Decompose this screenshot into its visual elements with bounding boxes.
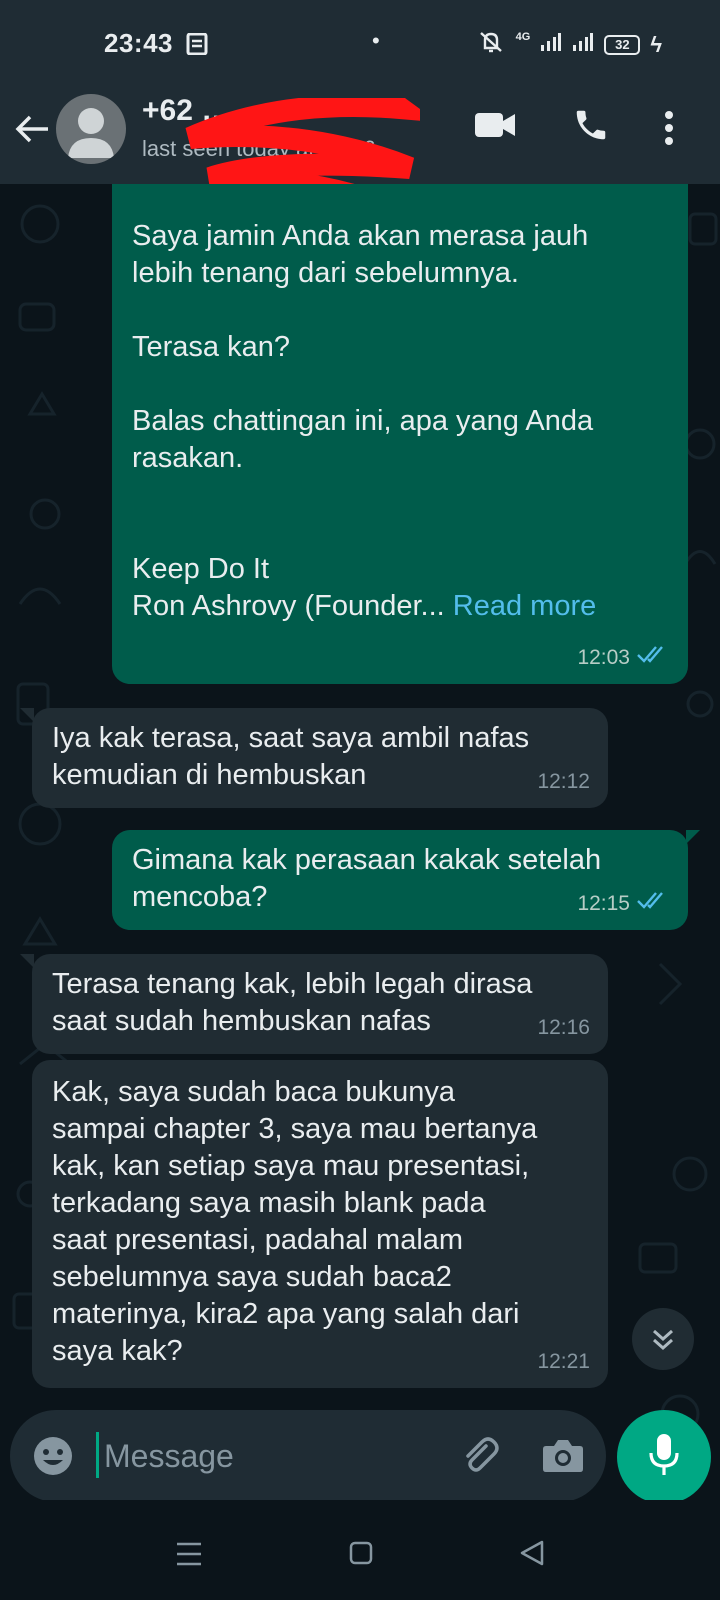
- message-meta: 12:15: [577, 885, 670, 922]
- contact-avatar[interactable]: [56, 94, 126, 164]
- mic-icon: [648, 1433, 680, 1482]
- nav-menu-icon[interactable]: [176, 1542, 202, 1571]
- message-time: 12:12: [537, 770, 590, 793]
- message-meta: 12:16: [537, 1009, 590, 1046]
- message-bubble-outgoing[interactable]: Gimana kak perasaan kakak setelah mencob…: [112, 830, 688, 930]
- notification-dot: •: [372, 28, 380, 53]
- message-input[interactable]: [102, 1428, 436, 1484]
- read-ticks-icon: [636, 885, 670, 922]
- message-text: Gimana kak perasaan kakak setelah mencob…: [132, 844, 602, 913]
- status-time: 23:43: [104, 28, 173, 58]
- message-time: 12:21: [537, 1350, 590, 1373]
- nav-back-icon[interactable]: [520, 1540, 544, 1571]
- message-text: Kak, saya sudah baca bukunya sampai chap…: [52, 1076, 538, 1367]
- message-composer: [10, 1410, 606, 1502]
- message-bubble-incoming[interactable]: Kak, saya sudah baca bukunya sampai chap…: [32, 1060, 608, 1388]
- text-cursor: [96, 1432, 99, 1478]
- message-time: 12:03: [577, 646, 630, 669]
- read-ticks-icon: [636, 639, 670, 676]
- back-arrow-icon[interactable]: [14, 114, 50, 149]
- emoji-icon[interactable]: [32, 1435, 74, 1482]
- attach-icon[interactable]: [458, 1434, 502, 1483]
- message-text: Saya jamin Anda akan merasa jauh lebih t…: [132, 220, 594, 622]
- signal-icon-2: [572, 32, 594, 57]
- more-vert-icon[interactable]: [664, 110, 674, 151]
- message-bubble-incoming[interactable]: Iya kak terasa, saat saya ambil nafas ke…: [32, 708, 608, 808]
- signal-icon: [540, 32, 562, 57]
- message-text: Terasa tenang kak, lebih legah dirasa sa…: [52, 968, 533, 1037]
- mic-button[interactable]: [617, 1410, 711, 1504]
- whatsapp-chat-screen: 23:43 • 4G 32 ϟ +62 … last seen today at…: [0, 0, 720, 1600]
- message-meta: 12:21: [537, 1343, 590, 1380]
- message-time: 12:16: [537, 1016, 590, 1039]
- mute-bell-icon: [476, 30, 506, 59]
- network-type: 4G: [515, 30, 531, 43]
- nav-home-icon[interactable]: [349, 1541, 373, 1570]
- message-bubble-outgoing[interactable]: Saya jamin Anda akan merasa jauh lebih t…: [112, 184, 688, 684]
- video-call-icon[interactable]: [474, 110, 516, 145]
- message-meta: 12:03: [577, 639, 670, 676]
- message-text: Iya kak terasa, saat saya ambil nafas ke…: [52, 722, 530, 791]
- chat-header: +62 … last seen today at 23:36: [0, 88, 720, 248]
- scroll-to-bottom-button[interactable]: [632, 1308, 694, 1370]
- bubble-tail: [20, 708, 34, 722]
- charging-icon: ϟ: [650, 31, 662, 57]
- camera-icon[interactable]: [542, 1436, 584, 1479]
- chat-area[interactable]: Saya jamin Anda akan merasa jauh lebih t…: [0, 184, 720, 1500]
- notes-icon: [186, 32, 208, 60]
- message-time: 12:15: [577, 892, 630, 915]
- system-navigation-bar: [0, 1500, 720, 1600]
- status-indicators: 4G 32 ϟ: [476, 30, 662, 59]
- phone-icon[interactable]: [572, 106, 610, 149]
- battery-indicator: 32: [604, 34, 641, 55]
- message-meta: 12:12: [537, 763, 590, 800]
- read-more-link[interactable]: Read more: [453, 590, 596, 622]
- bubble-tail: [20, 954, 34, 968]
- message-bubble-incoming[interactable]: Terasa tenang kak, lebih legah dirasa sa…: [32, 954, 608, 1054]
- bubble-tail: [686, 830, 700, 844]
- status-bar: 23:43 • 4G 32 ϟ: [0, 0, 720, 88]
